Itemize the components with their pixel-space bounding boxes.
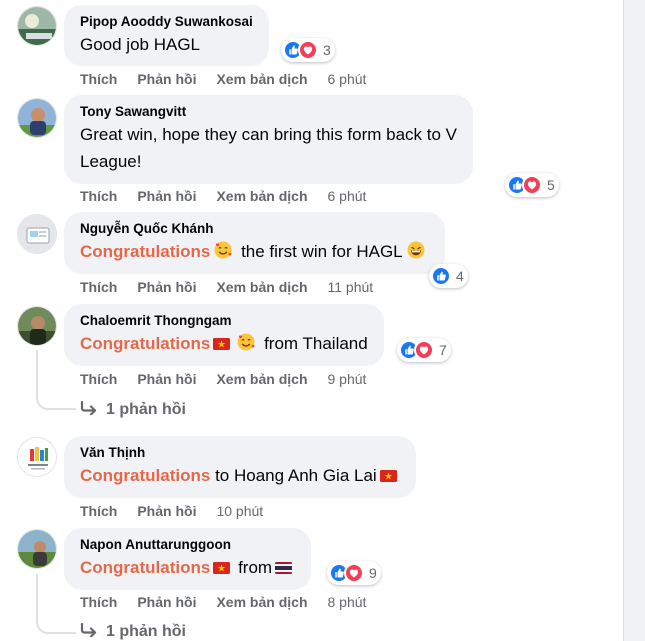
reaction-count: 5 [547, 177, 555, 193]
reply-link[interactable]: Phản hồi [137, 188, 196, 204]
like-link[interactable]: Thích [80, 188, 117, 204]
comment-actions: Thích Phản hồi Xem bản dịch 6 phút [80, 187, 386, 205]
thread-curve [36, 620, 76, 634]
comment-author[interactable]: Chaloemrit Thongngam [80, 312, 368, 330]
avatar[interactable] [17, 214, 57, 254]
comment-actions: Thích Phản hồi Xem bản dịch 6 phút [80, 70, 386, 88]
view-replies-link[interactable]: 1 phản hồi [80, 400, 186, 420]
avatar[interactable] [17, 6, 57, 46]
avatar[interactable] [17, 98, 57, 138]
reply-link[interactable]: Phản hồi [137, 371, 196, 387]
hashtag-highlight[interactable]: Congratulations [80, 558, 210, 577]
timestamp[interactable]: 11 phút [328, 279, 374, 295]
hashtag-highlight[interactable]: Congratulations [80, 242, 210, 261]
thread-curve [36, 396, 76, 410]
reaction-summary[interactable]: 7 [397, 338, 451, 362]
comment-author[interactable]: Văn Thịnh [80, 444, 400, 462]
comment-author[interactable]: Napon Anuttarunggoon [80, 536, 295, 554]
comment-actions: Thích Phản hồi Xem bản dịch 11 phút [80, 278, 393, 296]
comment-bubble: Văn Thịnh Congratulations to Hoang Anh G… [64, 436, 416, 498]
translate-link[interactable]: Xem bản dịch [216, 188, 307, 204]
comment-text-body: the first win for HAGL [241, 242, 403, 261]
heart-icon [298, 40, 318, 60]
comment-text-body: from Thailand [264, 334, 368, 353]
reaction-summary[interactable]: 4 [429, 264, 468, 288]
reaction-count: 3 [323, 42, 331, 58]
reaction-summary[interactable]: 9 [327, 561, 381, 585]
like-link[interactable]: Thích [80, 594, 117, 610]
heart-icon [344, 563, 364, 583]
reaction-summary[interactable]: 3 [281, 38, 335, 62]
comment-bubble: Chaloemrit Thongngam Congratulations fro… [64, 304, 384, 366]
comment-text-body: to Hoang Anh Gia Lai [215, 466, 377, 485]
like-link[interactable]: Thích [80, 503, 117, 519]
timestamp[interactable]: 6 phút [328, 71, 367, 87]
grinning-face-icon [406, 240, 426, 260]
avatar[interactable] [17, 529, 57, 569]
vietnam-flag-icon [213, 562, 230, 574]
like-link[interactable]: Thích [80, 279, 117, 295]
comment-text: Congratulations from [80, 554, 295, 581]
comment-actions: Thích Phản hồi Xem bản dịch 9 phút [80, 370, 386, 388]
reply-arrow-icon [80, 622, 98, 641]
heart-icon [522, 175, 542, 195]
comment-text: Good job HAGL [80, 35, 201, 54]
reaction-count: 7 [439, 342, 447, 358]
smiling-face-with-hearts-icon [213, 240, 233, 260]
heart-icon [414, 340, 434, 360]
comment-author[interactable]: Tony Sawangvitt [80, 103, 457, 121]
comment-text-line: League! [80, 152, 142, 171]
avatar[interactable] [17, 437, 57, 477]
comment-text: Congratulations from Thailand [80, 330, 368, 357]
comment-bubble: Nguyễn Quốc Khánh Congratulations the fi… [64, 212, 445, 274]
hashtag-highlight[interactable]: Congratulations [80, 466, 210, 485]
view-replies-link[interactable]: 1 phản hồi [80, 622, 186, 641]
scrollbar-track[interactable] [623, 0, 645, 641]
translate-link[interactable]: Xem bản dịch [216, 71, 307, 87]
timestamp[interactable]: 10 phút [216, 503, 263, 519]
vietnam-flag-icon [380, 470, 397, 482]
thread-line [36, 350, 38, 400]
timestamp[interactable]: 9 phút [328, 371, 367, 387]
thread-line [36, 574, 38, 624]
like-link[interactable]: Thích [80, 71, 117, 87]
comment-text: Congratulations the first win for HAGL [80, 238, 429, 265]
translate-link[interactable]: Xem bản dịch [216, 279, 307, 295]
timestamp[interactable]: 6 phút [328, 188, 367, 204]
comment-actions: Thích Phản hồi Xem bản dịch 8 phút [80, 593, 386, 611]
comment-bubble: Pipop Aooddy Suwankosai Good job HAGL [64, 5, 269, 66]
smiling-face-with-hearts-icon [236, 332, 256, 352]
avatar[interactable] [17, 306, 57, 346]
translate-link[interactable]: Xem bản dịch [216, 371, 307, 387]
comment-author[interactable]: Nguyễn Quốc Khánh [80, 220, 429, 238]
comment-bubble: Tony Sawangvitt Great win, hope they can… [64, 95, 474, 184]
view-replies-label[interactable]: 1 phản hồi [106, 401, 186, 419]
view-replies-label[interactable]: 1 phản hồi [106, 623, 186, 641]
like-link[interactable]: Thích [80, 371, 117, 387]
reply-link[interactable]: Phản hồi [137, 503, 196, 519]
translate-link[interactable]: Xem bản dịch [216, 594, 307, 610]
vietnam-flag-icon [213, 338, 230, 350]
thumbs-up-icon [431, 266, 451, 286]
reply-arrow-icon [80, 400, 98, 420]
reply-link[interactable]: Phản hồi [137, 594, 196, 610]
reaction-count: 4 [456, 268, 464, 284]
comment-author[interactable]: Pipop Aooddy Suwankosai [80, 13, 253, 31]
comment-text-body: from [238, 558, 273, 577]
comment-bubble: Napon Anuttarunggoon Congratulations fro… [64, 528, 312, 590]
timestamp[interactable]: 8 phút [328, 594, 367, 610]
reaction-summary[interactable]: 5 [505, 173, 559, 197]
comment-actions: Thích Phản hồi 10 phút [80, 502, 283, 520]
reply-link[interactable]: Phản hồi [137, 279, 196, 295]
comment-text-line: Great win, hope they can bring this form… [80, 125, 458, 144]
reply-link[interactable]: Phản hồi [137, 71, 196, 87]
thailand-flag-icon [275, 562, 292, 574]
comment-text: Congratulations to Hoang Anh Gia Lai [80, 462, 400, 489]
hashtag-highlight[interactable]: Congratulations [80, 334, 210, 353]
reaction-count: 9 [369, 565, 377, 581]
